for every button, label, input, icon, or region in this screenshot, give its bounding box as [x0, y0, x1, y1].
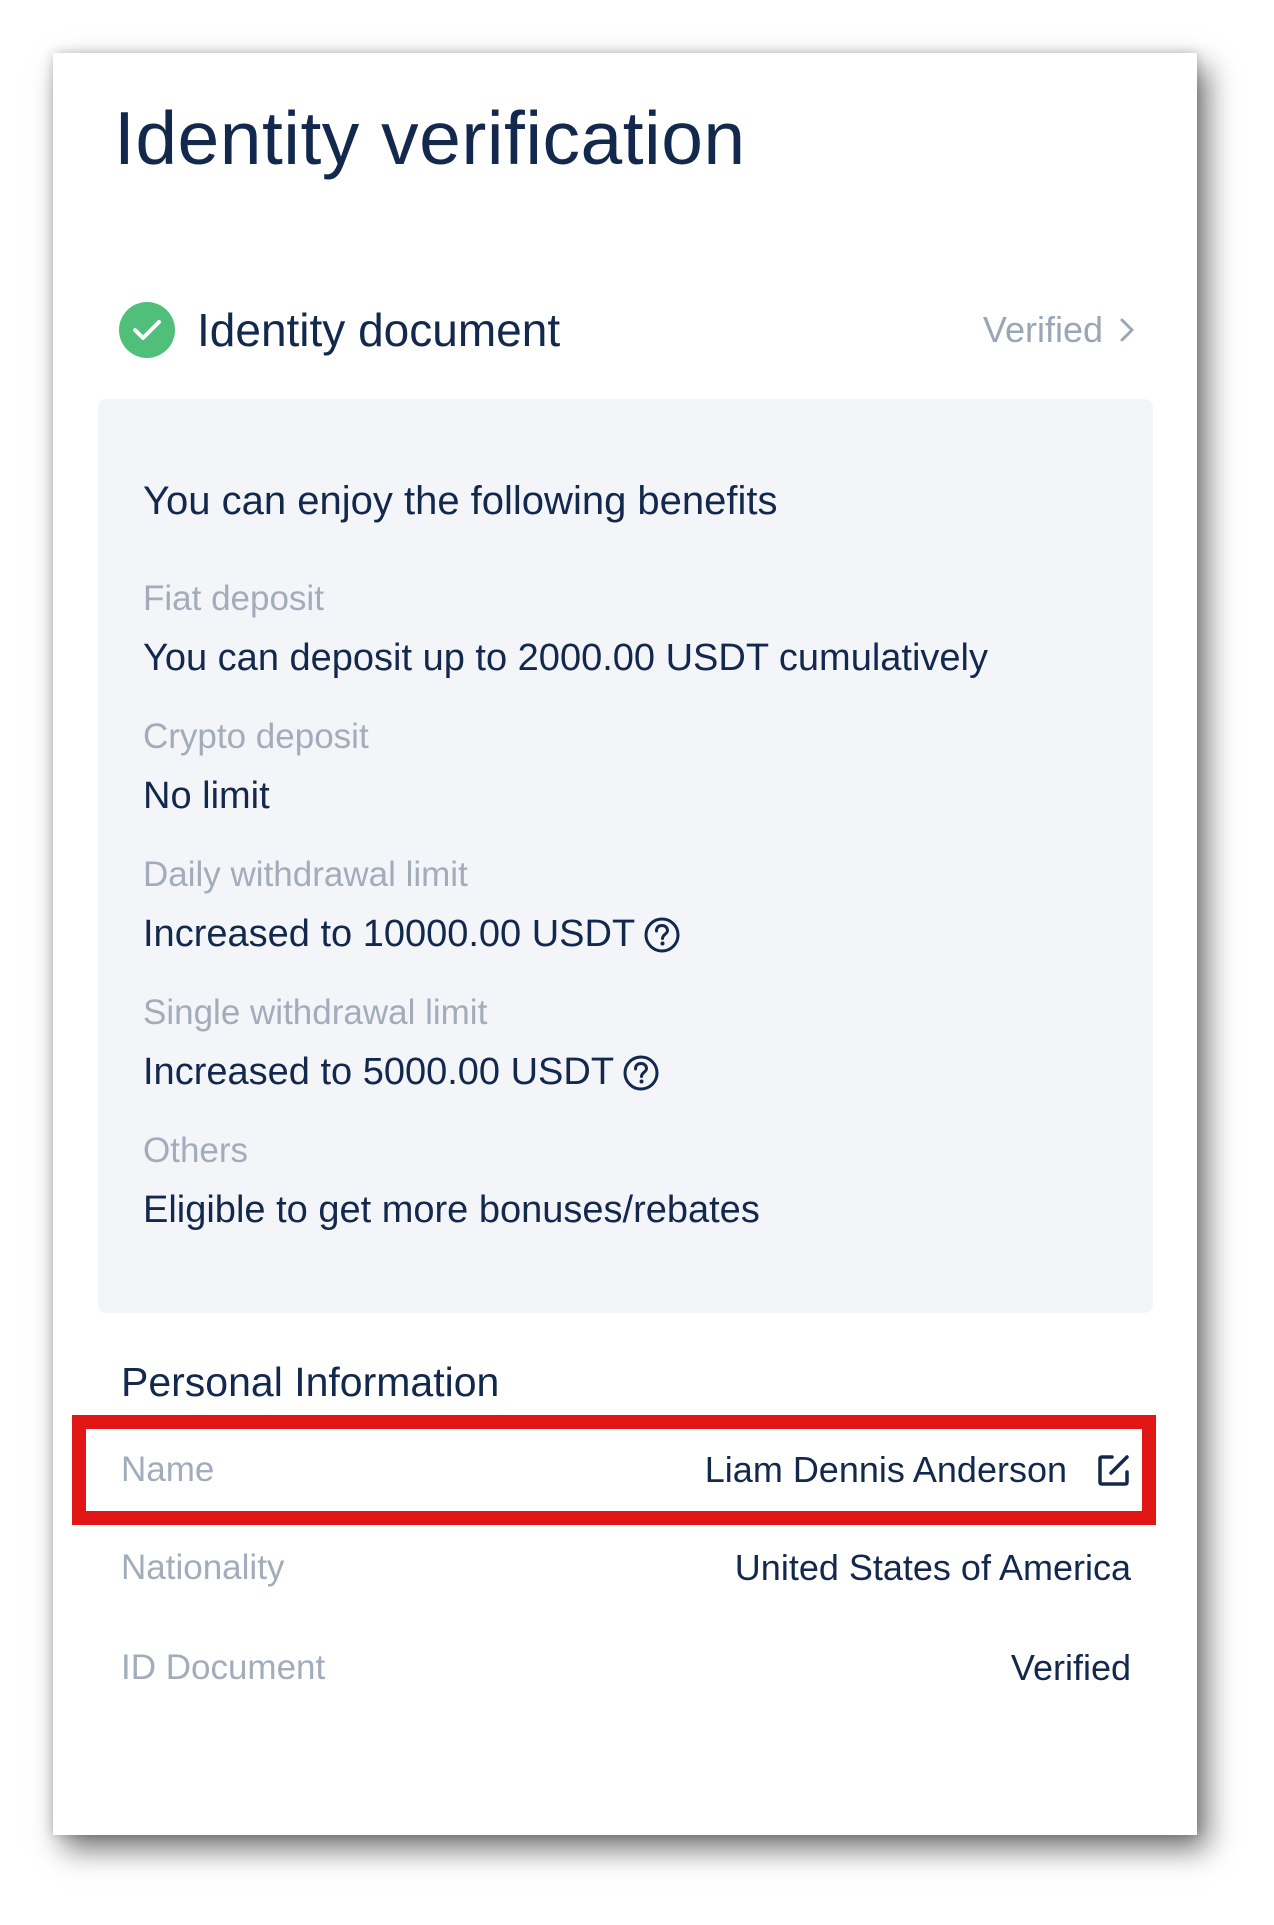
- benefit-label: Daily withdrawal limit: [143, 855, 468, 894]
- info-row-nationality: Nationality United States of America: [121, 1541, 1131, 1595]
- benefit-daily-withdrawal-limit: Daily withdrawal limit Increased to 1000…: [143, 855, 681, 956]
- benefit-label: Single withdrawal limit: [143, 993, 488, 1032]
- benefit-value-text: No limit: [143, 775, 270, 817]
- info-row-name[interactable]: Name Liam Dennis Anderson: [121, 1443, 1131, 1497]
- benefit-label: Crypto deposit: [143, 717, 369, 756]
- benefit-value: Increased to 10000.00 USDT: [143, 913, 681, 956]
- benefit-value: Increased to 5000.00 USDT: [143, 1051, 660, 1094]
- benefit-label: Others: [143, 1131, 249, 1170]
- info-value: Verified: [1010, 1647, 1131, 1688]
- help-circle-icon[interactable]: [643, 916, 681, 954]
- benefit-value-text: Increased to 10000.00 USDT: [143, 913, 636, 955]
- benefit-single-withdrawal-limit: Single withdrawal limit Increased to 500…: [143, 993, 660, 1094]
- benefit-crypto-deposit: Crypto deposit No limit: [143, 717, 369, 818]
- info-label: Nationality: [121, 1548, 285, 1587]
- check-circle-icon: [119, 302, 175, 358]
- benefits-heading: You can enjoy the following benefits: [143, 479, 778, 523]
- benefit-value: You can deposit up to 2000.00 USDT cumul…: [143, 637, 988, 680]
- identity-verification-card: Identity verification Identity document …: [53, 53, 1197, 1835]
- info-value: United States of America: [734, 1547, 1131, 1588]
- info-value: Liam Dennis Anderson: [705, 1449, 1131, 1491]
- benefit-value-text: Increased to 5000.00 USDT: [143, 1051, 615, 1093]
- page-title: Identity verification: [114, 96, 746, 180]
- info-label: ID Document: [121, 1648, 326, 1687]
- benefit-value-text: Eligible to get more bonuses/rebates: [143, 1189, 760, 1231]
- edit-icon[interactable]: [1097, 1453, 1131, 1487]
- help-circle-icon[interactable]: [622, 1054, 660, 1092]
- identity-document-row[interactable]: Identity document Verified: [119, 298, 1135, 362]
- benefit-others: Others Eligible to get more bonuses/reba…: [143, 1131, 760, 1232]
- identity-document-status-text: Verified: [982, 309, 1103, 350]
- chevron-right-icon: [1119, 317, 1135, 343]
- benefit-value-text: You can deposit up to 2000.00 USDT cumul…: [143, 637, 988, 679]
- identity-document-status: Verified: [983, 309, 1135, 351]
- identity-document-label: Identity document: [197, 304, 561, 356]
- benefits-panel: You can enjoy the following benefits Fia…: [98, 399, 1153, 1313]
- benefit-fiat-deposit: Fiat deposit You can deposit up to 2000.…: [143, 579, 988, 680]
- personal-information-heading: Personal Information: [121, 1359, 500, 1405]
- benefit-value: Eligible to get more bonuses/rebates: [143, 1189, 760, 1232]
- info-row-id-document: ID Document Verified: [121, 1641, 1131, 1695]
- benefit-label: Fiat deposit: [143, 579, 324, 618]
- benefit-value: No limit: [143, 775, 369, 818]
- info-value-text: Liam Dennis Anderson: [704, 1449, 1067, 1490]
- info-label: Name: [121, 1450, 215, 1489]
